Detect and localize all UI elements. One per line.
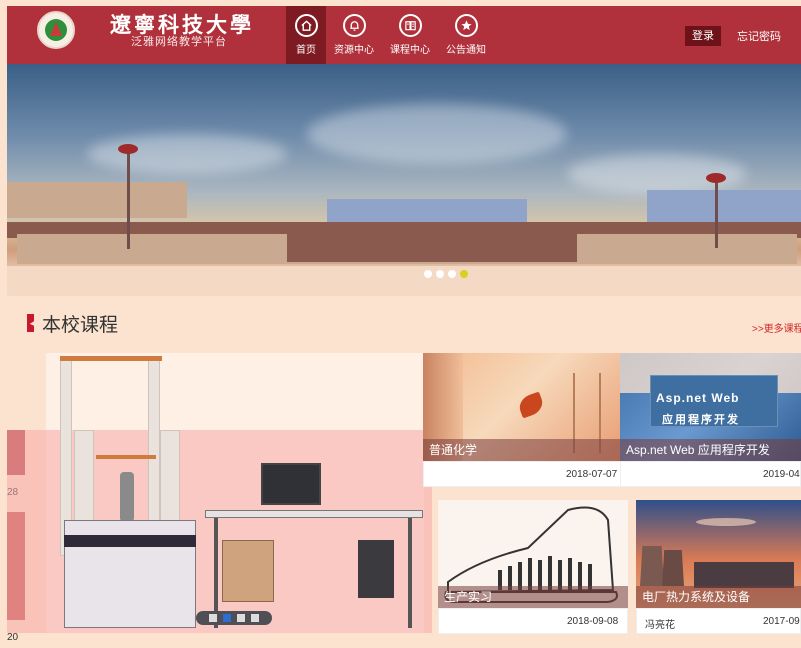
course-card[interactable]: 电厂热力系统及设备 冯亮花 2017-09 [636, 500, 801, 634]
nav-item-resources[interactable]: 资源中心 [326, 6, 382, 64]
book-icon [398, 14, 422, 37]
home-icon [294, 14, 318, 37]
nav-label: 公告通知 [446, 45, 486, 56]
main-nav: 首页 资源中心 课程中心 公告通知 [286, 6, 494, 64]
course-date: 2018-09-08 [567, 616, 619, 627]
nav-item-courses[interactable]: 课程中心 [382, 6, 438, 64]
nav-label: 课程中心 [390, 45, 430, 56]
section-title: 本校课程 [42, 315, 119, 336]
nav-item-announcements[interactable]: 公告通知 [438, 6, 494, 64]
course-card[interactable]: Asp.net Web 应用程序开发 Asp.net Web 应用程序开发 20… [620, 353, 801, 487]
course-title: Asp.net Web 应用程序开发 [620, 439, 801, 461]
course-title: 电厂热力系统及设备 [636, 586, 801, 608]
bell-icon [342, 14, 366, 37]
course-date: 2019-04 [763, 469, 800, 480]
nav-item-home[interactable]: 首页 [286, 6, 326, 64]
course-meta: 2019-04 [620, 461, 801, 487]
top-header: 遼寧科技大學 泛雅网络教学平台 首页 资源中心 课程中心 公告通知 登录 忘记密… [7, 6, 801, 64]
course-title: 生产实习 [438, 586, 628, 608]
page: 遼寧科技大學 泛雅网络教学平台 首页 资源中心 课程中心 公告通知 登录 忘记密… [0, 0, 801, 648]
star-icon [454, 14, 478, 37]
hero-banner[interactable] [7, 64, 801, 296]
course-meta: 2018-09-08 [438, 608, 628, 634]
banner-dot[interactable] [424, 270, 432, 278]
course-date: 2018-07-07 [566, 469, 618, 480]
nav-label: 资源中心 [334, 45, 374, 56]
course-title: 普通化学 [423, 439, 627, 461]
course-meta: 冯亮花 2017-09 [636, 608, 801, 634]
banner-dot[interactable] [448, 270, 456, 278]
feature-dot[interactable] [237, 614, 245, 622]
nav-label: 首页 [296, 45, 316, 56]
feature-pagination [196, 611, 272, 625]
login-button[interactable]: 登录 [685, 26, 721, 46]
banner-dot[interactable] [460, 270, 468, 278]
more-courses-link[interactable]: >>更多课程 [752, 320, 801, 335]
cover-text: 应用程序开发 [662, 414, 740, 426]
course-card[interactable]: 生产实习 2018-09-08 [438, 500, 628, 634]
cover-text: Asp.net Web [656, 391, 740, 405]
course-card[interactable]: 普通化学 2018-07-07 [423, 353, 627, 487]
banner-pagination [424, 270, 468, 278]
forgot-password-link[interactable]: 忘记密码 [737, 28, 781, 44]
course-meta: 2018-07-07 [423, 461, 627, 487]
banner-dot[interactable] [436, 270, 444, 278]
prev-card-date: 20 [7, 632, 19, 643]
feature-dot[interactable] [251, 614, 259, 622]
course-author: 冯亮花 [645, 620, 675, 631]
feature-dot[interactable] [209, 614, 217, 622]
feature-dot[interactable] [223, 614, 231, 622]
platform-name: 泛雅网络教学平台 [131, 36, 227, 48]
course-date: 2017-09 [763, 616, 800, 627]
section-marker-icon [27, 314, 34, 332]
university-logo[interactable] [37, 11, 75, 49]
